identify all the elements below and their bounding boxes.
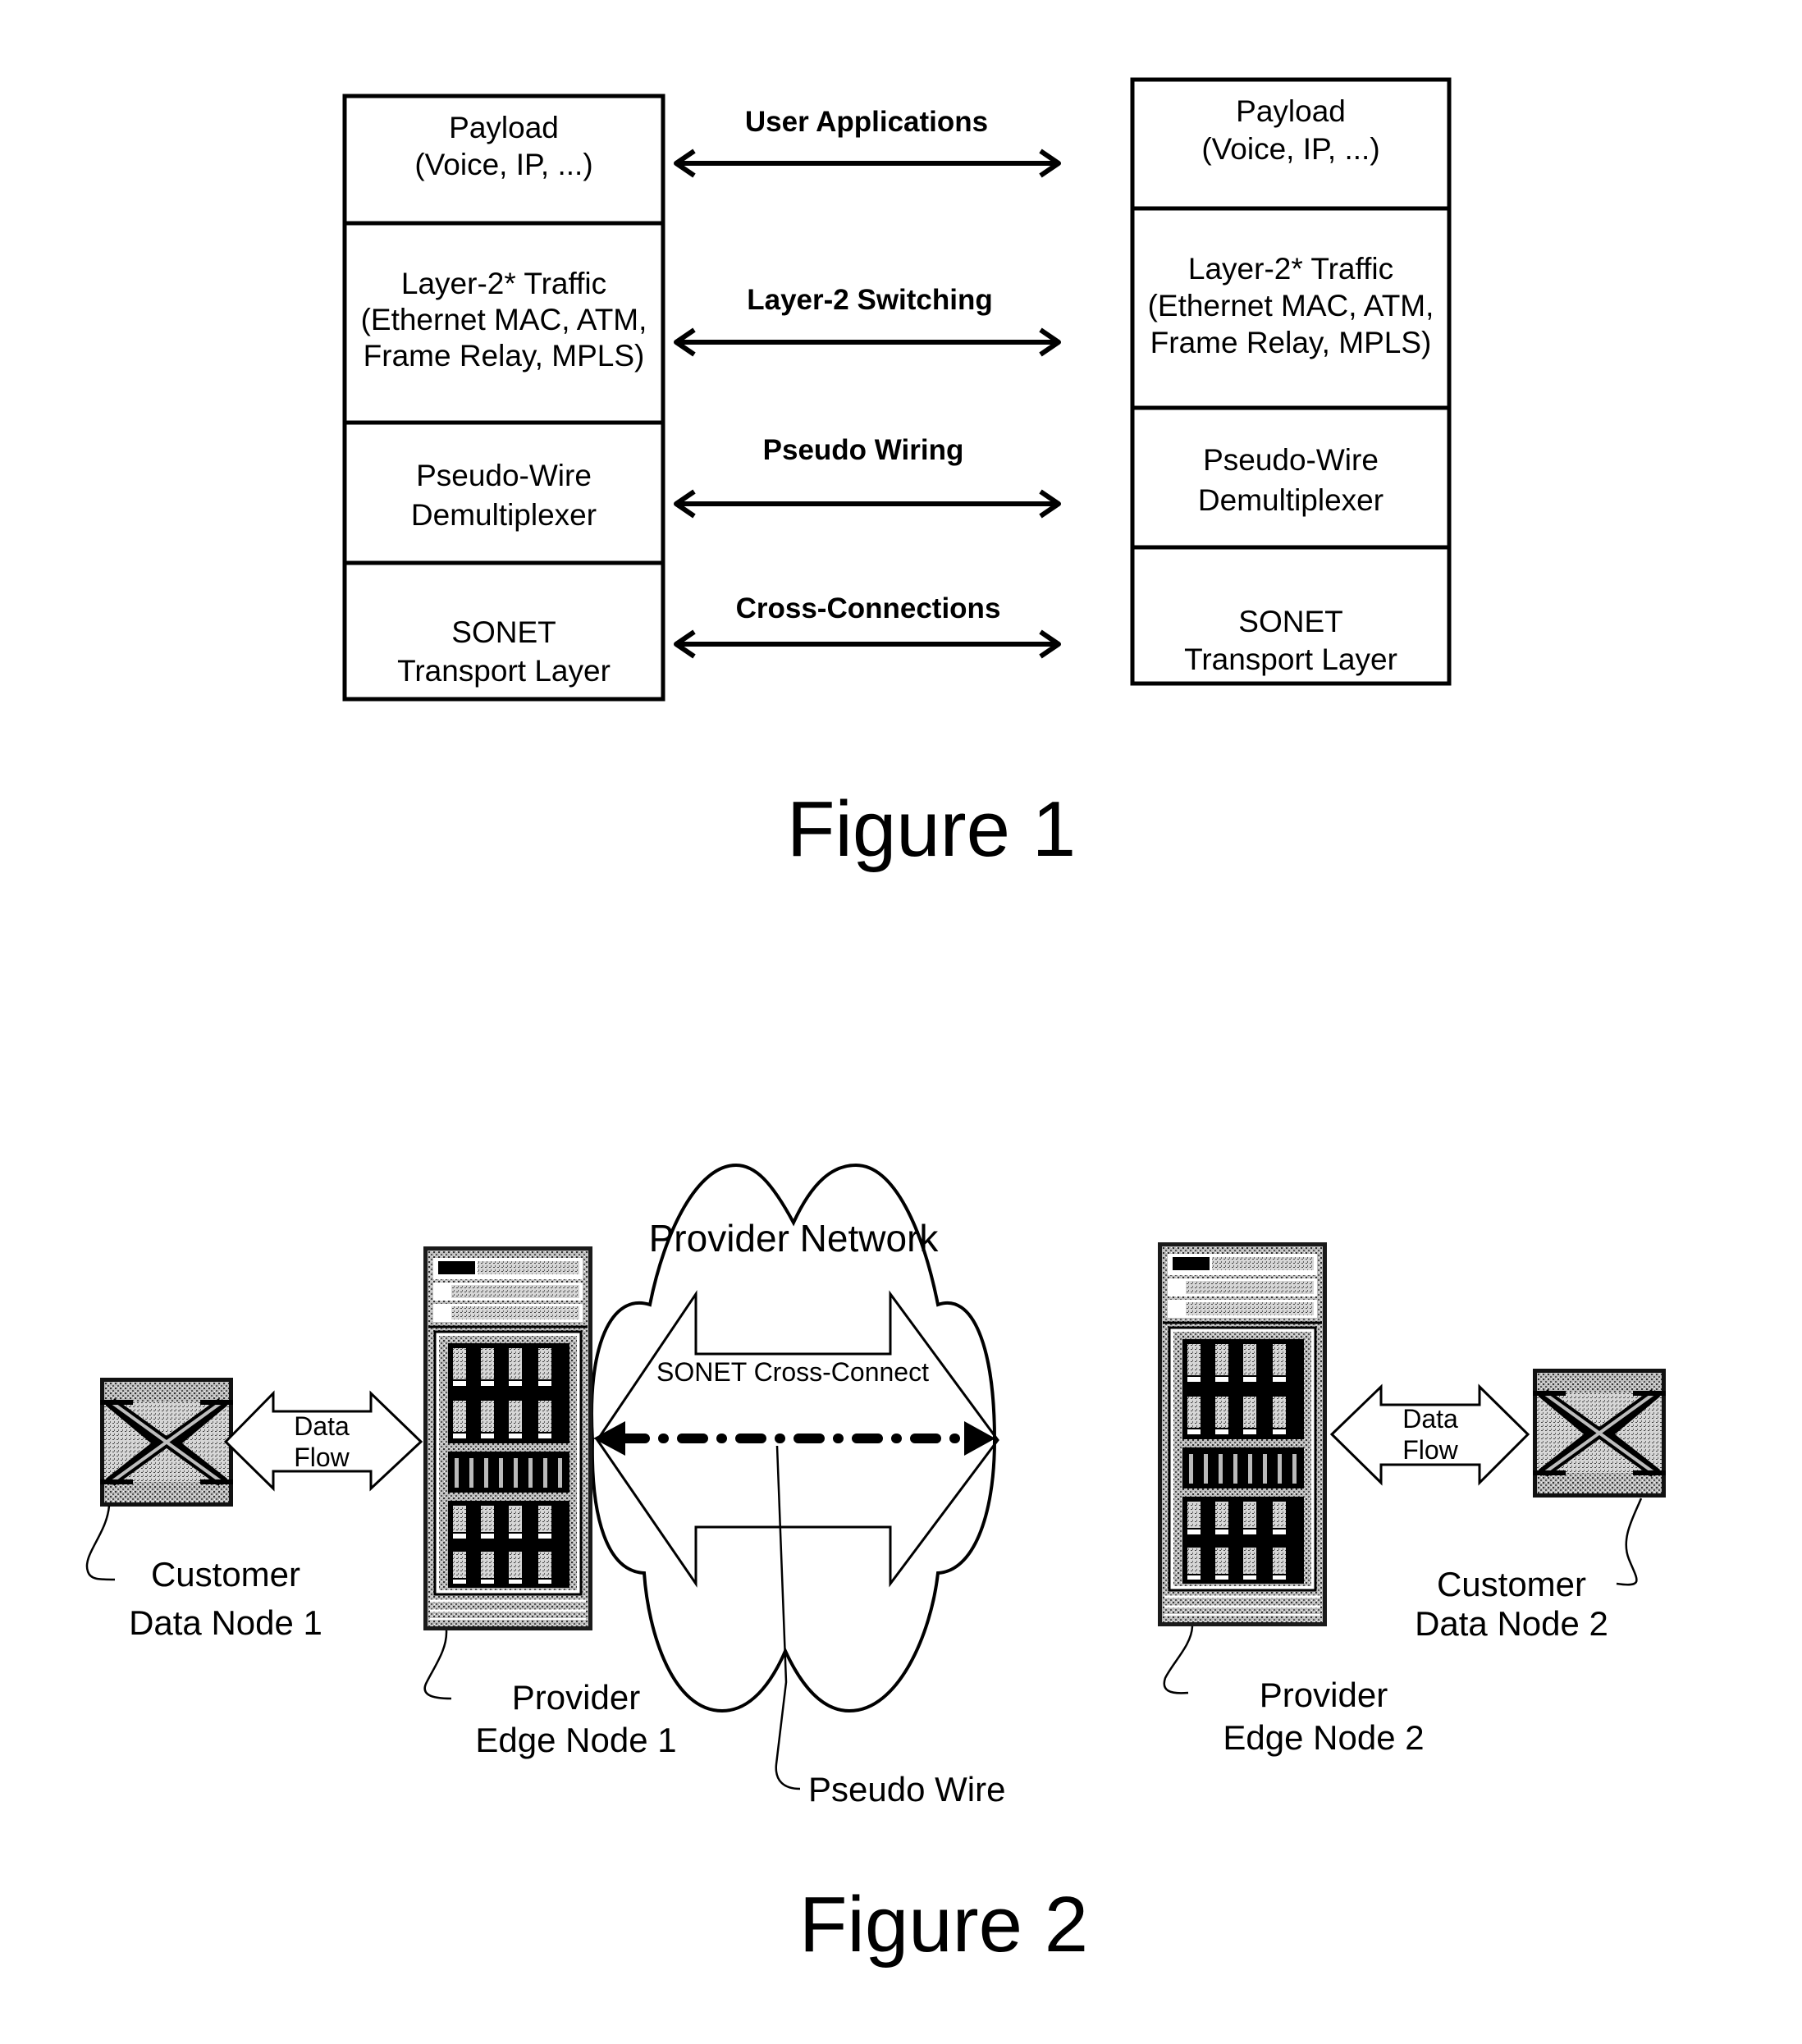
customer-data-node-2-label: Customer Data Node 2 [1415,1565,1608,1643]
data-flow-label: Flow [1402,1435,1458,1465]
connection-layer2-switching: Layer-2 Switching [674,284,1061,357]
cross-connect-label: SONET Cross-Connect [656,1357,929,1387]
layer-title: Layer-2* Traffic [1188,252,1393,286]
data-flow-label: Flow [294,1443,350,1472]
left-layer-layer2-traffic: Layer-2* Traffic (Ethernet MAC, ATM, Fra… [361,267,647,373]
figure-1: Payload (Voice, IP, ...) Layer-2* Traffi… [342,77,1452,873]
right-protocol-stack: Payload (Voice, IP, ...) Layer-2* Traffi… [1130,77,1452,686]
connection-label: User Applications [745,106,988,138]
layer-title: Payload [1236,94,1346,128]
right-layer-payload: Payload (Voice, IP, ...) [1201,94,1379,166]
connection-cross-connections: Cross-Connections [674,592,1061,659]
layer-title: SONET [451,615,556,649]
figure-1-caption: Figure 1 [787,785,1076,873]
double-arrow-icon [674,149,1061,178]
customer-data-node-2-icon [1533,1369,1666,1498]
patent-drawing: Payload (Voice, IP, ...) Layer-2* Traffi… [85,77,1802,1969]
data-flow-label: Data [1402,1404,1458,1434]
provider-edge-node-1-label: Provider Edge Node 1 [475,1678,676,1759]
customer-data-node-1-icon [100,1378,233,1507]
layer-title: Pseudo-Wire [416,459,592,492]
layer-subtitle: Transport Layer [1184,642,1397,676]
layer-subtitle: Transport Layer [397,654,611,688]
right-layer-pseudo-wire-demux: Pseudo-Wire Demultiplexer [1198,443,1384,517]
provider-edge-2-leader [1163,1626,1194,1694]
double-arrow-icon [674,327,1061,357]
data-flow-arrow-left: Data Flow [223,1390,423,1492]
node-label-line: Data Node 1 [129,1603,322,1642]
layer-subtitle: Frame Relay, MPLS) [364,339,645,373]
node-label-line: Edge Node 1 [475,1721,676,1759]
layer-title: SONET [1238,605,1342,638]
right-layer-layer2-traffic: Layer-2* Traffic (Ethernet MAC, ATM, Fra… [1148,252,1434,359]
right-stack-frame [1130,77,1452,686]
node-label-line: Provider [512,1678,640,1717]
left-layer-sonet-transport: SONET Transport Layer [397,615,611,688]
provider-edge-node-2-label: Provider Edge Node 2 [1223,1676,1424,1757]
provider-edge-node-1-rack [422,1245,594,1632]
cloud-label: Provider Network [649,1217,940,1260]
left-layer-payload: Payload (Voice, IP, ...) [414,111,592,181]
layer-subtitle: (Voice, IP, ...) [414,148,592,181]
double-arrow-icon [674,629,1061,659]
layer-subtitle: Demultiplexer [411,498,597,532]
left-stack-frame [342,94,665,702]
customer-data-node-1-label: Customer Data Node 1 [129,1555,322,1642]
provider-edge-node-2-rack [1156,1241,1329,1628]
layer-title: Layer-2* Traffic [401,267,606,300]
layer-title: Payload [449,111,559,144]
double-arrow-icon [674,489,1061,519]
connection-pseudo-wiring: Pseudo Wiring [674,434,1061,519]
node-label-line: Data Node 2 [1415,1604,1608,1643]
connection-user-applications: User Applications [674,106,1061,178]
customer-node-1-leader [85,1505,116,1581]
node-label-line: Customer [1437,1565,1586,1603]
left-layer-pseudo-wire-demux: Pseudo-Wire Demultiplexer [411,459,597,532]
layer-subtitle: (Ethernet MAC, ATM, [361,303,647,336]
right-layer-sonet-transport: SONET Transport Layer [1184,605,1397,676]
node-label-line: Provider [1260,1676,1388,1714]
data-flow-label: Data [294,1411,350,1441]
figure-2-caption: Figure 2 [799,1881,1088,1969]
layer-subtitle: (Ethernet MAC, ATM, [1148,289,1434,322]
provider-edge-1-leader [423,1630,452,1700]
node-label-line: Edge Node 2 [1223,1718,1424,1757]
layer-subtitle: Frame Relay, MPLS) [1150,326,1432,359]
figure-2: Provider Network SONET Cross-Connect Pse… [85,1163,1666,1969]
layer-subtitle: Demultiplexer [1198,483,1384,517]
layer-title: Pseudo-Wire [1203,443,1379,477]
connection-label: Pseudo Wiring [763,434,964,466]
left-protocol-stack: Payload (Voice, IP, ...) Layer-2* Traffi… [342,94,665,702]
data-flow-arrow-right: Data Flow [1329,1383,1530,1486]
customer-node-2-leader [1616,1498,1643,1586]
connection-label: Cross-Connections [736,592,1001,624]
node-label-line: Customer [151,1555,300,1594]
pseudo-wire-label: Pseudo Wire [808,1770,1005,1809]
connection-label: Layer-2 Switching [747,284,993,316]
layer-subtitle: (Voice, IP, ...) [1201,132,1379,166]
